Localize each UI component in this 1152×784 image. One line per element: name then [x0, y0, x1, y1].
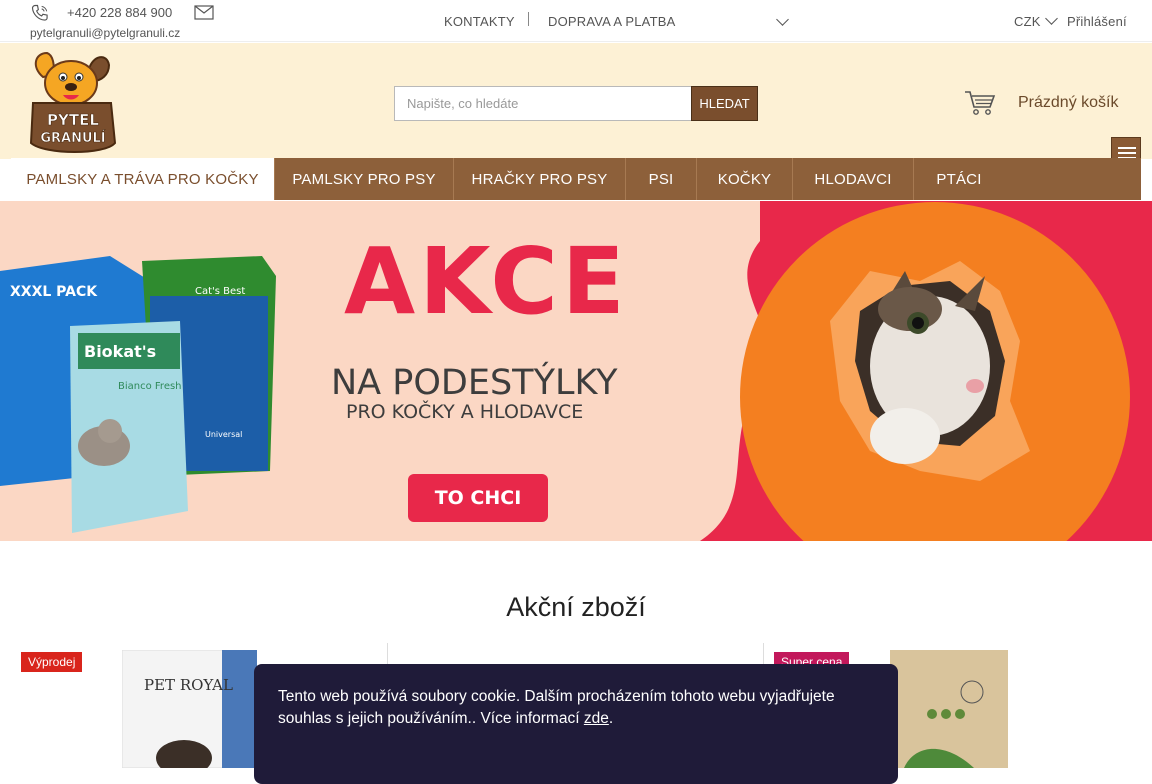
login-link[interactable]: Přihlášení — [1067, 14, 1127, 29]
top-bar: +420 228 884 900 pytelgranuli@pytelgranu… — [0, 0, 1152, 42]
logo-text-bottom: GRANULÍ — [40, 130, 105, 146]
product-brand-text: PET ROYAL — [144, 676, 233, 694]
bag-label-biokats: Biokat's — [84, 342, 156, 361]
divider — [528, 12, 529, 26]
nav-item-rodents[interactable]: HLODAVCI — [793, 158, 914, 200]
banner-subtext: PRO KOČKY A HLODAVCE — [346, 401, 584, 423]
email-link[interactable]: pytelgranuli@pytelgranuli.cz — [30, 26, 180, 40]
mail-icon[interactable] — [194, 5, 214, 20]
cart-label[interactable]: Prázdný košík — [1018, 94, 1118, 112]
search-input[interactable] — [394, 86, 692, 121]
cookie-banner: Tento web používá soubory cookie. Dalším… — [254, 664, 898, 784]
product-bag-image: Biokat's Bianco Fresh — [70, 321, 188, 533]
product-image[interactable] — [884, 650, 1012, 768]
nav-item-dog-toys[interactable]: HRAČKY PRO PSY — [454, 158, 626, 200]
nav-item-cat-treats[interactable]: PAMLSKY A TRÁVA PRO KOČKY — [11, 158, 275, 200]
banner-cta-button[interactable]: TO CHCI — [408, 474, 548, 522]
banner-headline: AKCE — [344, 228, 629, 335]
bag-label-universal: Universal — [205, 430, 242, 439]
nav-link-contacts[interactable]: KONTAKTY — [444, 14, 515, 29]
banner-subheadline: NA PODESTÝLKY — [331, 363, 618, 403]
chevron-down-icon[interactable] — [1045, 12, 1058, 25]
chevron-down-icon[interactable] — [776, 13, 789, 26]
bag-label-xxxl: XXXL PACK — [10, 284, 98, 300]
bag-label-bianco: Bianco Fresh — [118, 381, 182, 392]
section-title: Akční zboží — [506, 592, 646, 622]
site-header: PYTEL GRANULÍ HLEDAT Prázdný košík — [0, 43, 1152, 159]
phone-number[interactable]: +420 228 884 900 — [67, 5, 172, 20]
currency-selector[interactable]: CZK — [1014, 14, 1041, 29]
menu-icon — [1118, 152, 1136, 154]
bag-label-catsbest: Cat's Best — [195, 286, 245, 297]
logo-text-top: PYTEL — [47, 111, 99, 129]
sale-badge: Výprodej — [21, 652, 83, 672]
promo-banner[interactable]: XXXL PACK Cat's Best Universal Biokat's … — [0, 201, 1152, 541]
search-button[interactable]: HLEDAT — [691, 86, 758, 121]
menu-icon — [1118, 147, 1136, 149]
main-navigation: PAMLSKY A TRÁVA PRO KOČKY PAMLSKY PRO PS… — [11, 158, 1141, 200]
cookie-text-end: . — [608, 710, 614, 727]
site-logo[interactable]: PYTEL GRANULÍ — [25, 47, 121, 157]
cookie-text: Tento web používá soubory cookie. Dalším… — [278, 688, 835, 727]
phone-icon — [31, 4, 48, 21]
nav-item-birds[interactable]: PTÁCI — [914, 158, 1004, 200]
product-image[interactable]: PET ROYAL — [122, 650, 257, 768]
cart-icon[interactable] — [964, 89, 996, 117]
nav-item-dog-treats[interactable]: PAMLSKY PRO PSY — [275, 158, 454, 200]
nav-link-shipping[interactable]: DOPRAVA A PLATBA — [548, 14, 675, 29]
nav-item-dogs[interactable]: PSI — [626, 158, 697, 200]
cookie-more-info-link[interactable]: zde — [584, 710, 609, 727]
nav-item-cats[interactable]: KOČKY — [697, 158, 793, 200]
